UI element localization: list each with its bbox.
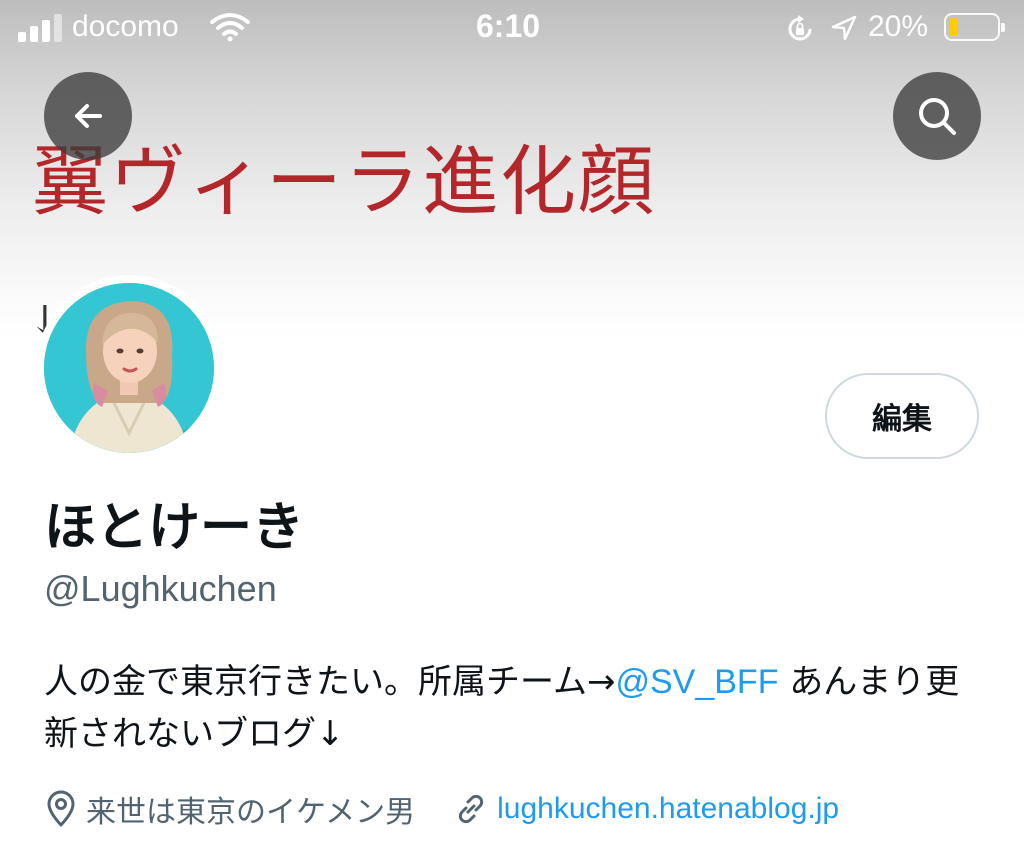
battery-level bbox=[949, 18, 958, 36]
battery-icon bbox=[944, 13, 1005, 41]
edit-profile-button[interactable]: 編集 bbox=[825, 373, 979, 459]
display-name: ほとけーき bbox=[44, 498, 305, 558]
carrier-name: docomo bbox=[72, 10, 179, 43]
rotation-lock-icon bbox=[785, 14, 815, 48]
back-button[interactable] bbox=[44, 72, 132, 160]
avatar[interactable] bbox=[36, 275, 222, 461]
location-arrow-icon bbox=[830, 14, 858, 46]
profile-location: 来世は東京のイケメン男 bbox=[44, 787, 415, 831]
back-arrow-icon bbox=[75, 104, 102, 128]
profile-meta: 来世は東京のイケメン男 lughkuchen.hatenablog.jp bbox=[44, 784, 1004, 834]
wifi-icon bbox=[210, 12, 250, 46]
signal-icon bbox=[18, 12, 62, 42]
bio-mention-link[interactable]: @SV_BFF bbox=[615, 663, 778, 701]
location-text: 来世は東京のイケメン男 bbox=[86, 795, 416, 830]
profile-website-link[interactable]: lughkuchen.hatenablog.jp bbox=[453, 791, 839, 827]
link-icon bbox=[458, 794, 484, 824]
status-bar: docomo 6:10 20% bbox=[0, 0, 1024, 58]
search-icon bbox=[919, 98, 956, 135]
status-time: 6:10 bbox=[476, 8, 541, 44]
avatar-image bbox=[44, 283, 214, 453]
user-handle: @Lughkuchen bbox=[44, 568, 277, 609]
website-text[interactable]: lughkuchen.hatenablog.jp bbox=[497, 792, 839, 826]
bio-text: 人の金で東京行きたい。所属チーム→ bbox=[44, 662, 616, 702]
search-button[interactable] bbox=[893, 72, 981, 160]
location-pin-icon bbox=[47, 790, 75, 827]
profile-bio: 人の金で東京行きたい。所属チーム→@SV_BFF あんまり更新されないブログ↓ bbox=[44, 656, 984, 760]
battery-percent: 20% bbox=[868, 10, 929, 43]
